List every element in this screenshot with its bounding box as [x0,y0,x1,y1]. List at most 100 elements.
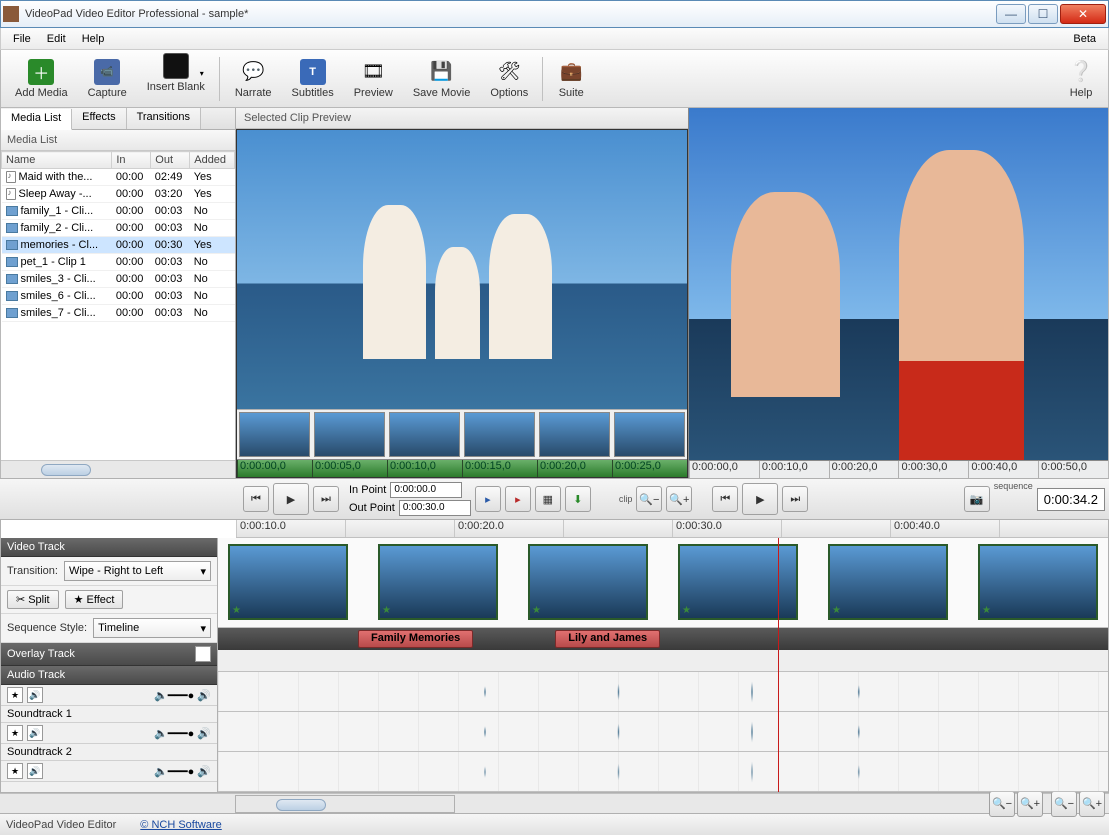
mark-in-button[interactable]: ▸ [475,486,501,512]
seq-play-button[interactable]: ▶ [742,483,778,515]
video-clip[interactable] [228,544,348,620]
transition-combo[interactable]: Wipe - Right to Left▾ [64,561,211,581]
clip-play-button[interactable]: ▶ [273,483,309,515]
capture-button[interactable]: 📹 Capture [78,57,137,101]
maximize-button[interactable]: ☐ [1028,4,1058,24]
table-row[interactable]: Sleep Away -...00:0003:20Yes [2,186,235,203]
media-table[interactable]: Name In Out Added Maid with the...00:000… [1,151,235,460]
minimize-button[interactable]: — [996,4,1026,24]
table-row[interactable]: memories - Cl...00:0000:30Yes [2,237,235,254]
tab-transitions[interactable]: Transitions [127,108,201,129]
video-clip[interactable] [678,544,798,620]
overlay-clip[interactable]: Lily and James [555,630,660,648]
close-button[interactable]: ✕ [1060,4,1106,24]
seq-prev-button[interactable]: ⏮ [712,486,738,512]
soundtrack1-lane[interactable] [218,712,1108,752]
clip-thumb[interactable] [464,412,535,457]
zoom-fit-button[interactable]: 🔍− [1051,791,1077,817]
snapshot-button[interactable]: 📷 [964,486,990,512]
options-button[interactable]: 🛠 Options [480,57,538,101]
zoom-in-button[interactable]: 🔍+ [1017,791,1043,817]
table-row[interactable]: smiles_6 - Cli...00:0000:03No [2,288,235,305]
zoom-in-button[interactable]: 🔍+ [666,486,692,512]
star-icon[interactable]: ★ [7,725,23,741]
split-button[interactable]: ✂Split [7,590,59,609]
table-row[interactable]: smiles_3 - Cli...00:0000:03No [2,271,235,288]
audio-lane[interactable] [218,672,1108,712]
col-in[interactable]: In [112,152,151,169]
table-row[interactable]: family_1 - Cli...00:0000:03No [2,203,235,220]
clip-thumb-strip[interactable] [237,409,687,459]
menu-help[interactable]: Help [74,31,113,47]
add-media-button[interactable]: ＋ Add Media [5,57,78,101]
table-row[interactable]: pet_1 - Clip 100:0000:03No [2,254,235,271]
out-point-field[interactable]: 0:00:30.0 [399,500,471,516]
video-clip[interactable] [978,544,1098,620]
table-row[interactable]: family_2 - Cli...00:0000:03No [2,220,235,237]
menu-beta[interactable]: Beta [1065,31,1104,47]
scrollbar-thumb[interactable] [276,799,326,811]
seq-next-button[interactable]: ⏭ [782,486,808,512]
clip-thumb[interactable] [239,412,310,457]
timeline-hscroll[interactable]: 🔍− 🔍+ 🔍− 🔍+ [0,793,1109,813]
video-clip[interactable] [528,544,648,620]
clip-preview[interactable]: 0:00:00,00:00:05,00:00:10,00:00:15,00:00… [236,129,688,478]
overlay-track[interactable]: Family Memories Lily and James [218,628,1108,650]
star-icon[interactable]: ★ [7,687,23,703]
help-button[interactable]: ❔ Help [1058,57,1104,101]
clip-ruler[interactable]: 0:00:00,00:00:05,00:00:10,00:00:15,00:00… [237,459,687,477]
clip-thumb[interactable] [539,412,610,457]
narrate-button[interactable]: 💬 Narrate [225,57,282,101]
sequence-timecode: 0:00:34.2 [1037,488,1105,511]
clip-next-button[interactable]: ⏭ [313,486,339,512]
speaker-icon[interactable]: 🔊 [27,725,43,741]
overlay-button[interactable]: ▦ [535,486,561,512]
col-out[interactable]: Out [151,152,190,169]
menu-edit[interactable]: Edit [39,31,74,47]
media-hscroll[interactable] [1,460,235,478]
save-movie-button[interactable]: 💾 Save Movie [403,57,480,101]
vendor-link[interactable]: © NCH Software [140,819,221,831]
effect-button[interactable]: ★Effect [65,590,124,609]
zoom-out-button[interactable]: 🔍− [989,791,1015,817]
col-name[interactable]: Name [2,152,112,169]
in-point-field[interactable]: 0:00:00.0 [390,482,462,498]
insert-blank-button[interactable]: Insert Blank ▾ [137,51,215,106]
overlay-clip[interactable]: Family Memories [358,630,473,648]
subtitles-button[interactable]: T Subtitles [282,57,344,101]
video-clip[interactable] [828,544,948,620]
video-clip[interactable] [378,544,498,620]
timeline-ruler[interactable]: 0:00:10.00:00:20.00:00:30.00:00:40.0 [236,520,1108,538]
video-track[interactable] [218,538,1108,628]
star-icon[interactable]: ★ [7,763,23,779]
table-row[interactable]: Maid with the...00:0002:49Yes [2,169,235,186]
clip-prev-button[interactable]: ⏮ [243,486,269,512]
table-row[interactable]: smiles_7 - Cli...00:0000:03No [2,305,235,322]
clip-thumb[interactable] [614,412,685,457]
preview-button[interactable]: 🎞 Preview [344,57,403,101]
menu-file[interactable]: File [5,31,39,47]
zoom-out-button[interactable]: 🔍− [636,486,662,512]
sequence-ruler[interactable]: 0:00:00,00:00:10,00:00:20,00:00:30,00:00… [689,460,1108,478]
suite-button[interactable]: 💼 Suite [548,57,594,101]
edit-icon[interactable]: ✎ [195,646,211,662]
volume-slider[interactable]: 🔈━━━● 🔊 [154,727,211,740]
soundtrack2-lane[interactable] [218,752,1108,792]
sequence-style-combo[interactable]: Timeline▾ [93,618,211,638]
insert-button[interactable]: ⬇ [565,486,591,512]
speaker-icon[interactable]: 🔊 [27,763,43,779]
volume-slider[interactable]: 🔈━━━● 🔊 [154,765,211,778]
clip-thumb[interactable] [389,412,460,457]
clip-thumb[interactable] [314,412,385,457]
speaker-icon[interactable]: 🔊 [27,687,43,703]
zoom-full-button[interactable]: 🔍+ [1079,791,1105,817]
playhead[interactable] [778,538,779,792]
tab-effects[interactable]: Effects [72,108,126,129]
tab-media-list[interactable]: Media List [1,109,72,130]
sequence-preview-image[interactable] [689,108,1108,460]
scrollbar-thumb[interactable] [41,464,91,476]
mark-out-button[interactable]: ▸ [505,486,531,512]
col-added[interactable]: Added [190,152,235,169]
clip-icon [6,223,18,233]
volume-slider[interactable]: 🔈━━━● 🔊 [154,689,211,702]
